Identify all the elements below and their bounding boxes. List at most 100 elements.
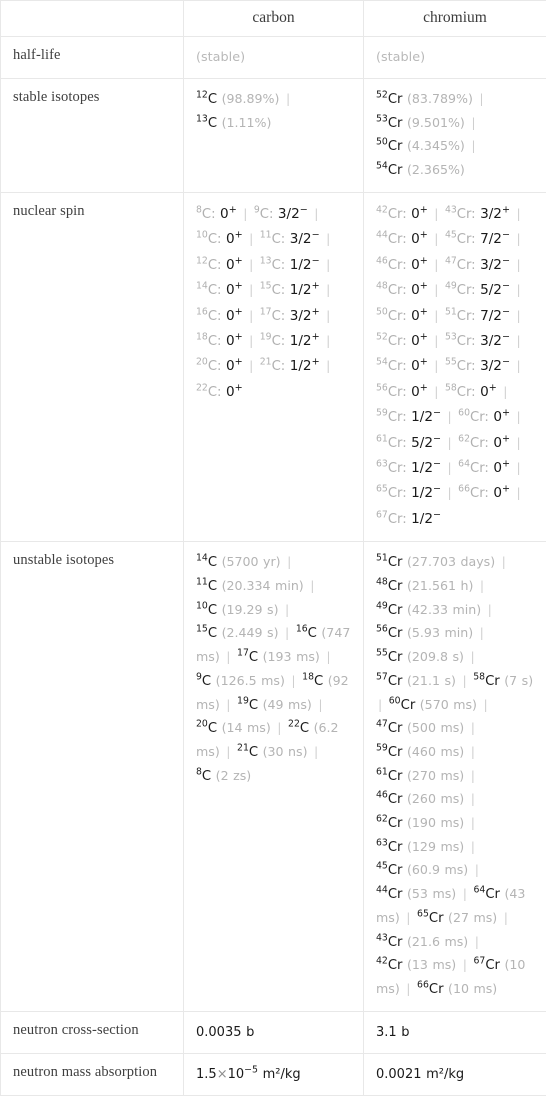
mass-number: 52 bbox=[376, 332, 388, 343]
row-label-neutron-mass-absorption: neutron mass absorption bbox=[1, 1054, 184, 1096]
mass-number: 53 bbox=[376, 113, 388, 124]
isotope-symbol: 10C: bbox=[196, 232, 222, 247]
mass-number: 59 bbox=[376, 743, 388, 754]
item-separator: | bbox=[446, 485, 454, 500]
isotope-symbol: 49Cr bbox=[376, 603, 402, 618]
nuclear-spin-chromium: 42Cr: 0+ | 43Cr: 3/2+ | 44Cr: 0+ | 45Cr:… bbox=[364, 192, 546, 541]
isotope-symbol: 43Cr bbox=[376, 935, 402, 950]
mass-number: 12 bbox=[196, 255, 208, 266]
isotope-symbol: 65Cr: bbox=[376, 486, 407, 501]
mass-number: 64 bbox=[473, 885, 485, 896]
half-life-chromium-value: (stable) bbox=[376, 50, 425, 65]
parity-sign: + bbox=[502, 408, 510, 419]
parity-sign: + bbox=[312, 357, 320, 368]
parity-sign: − bbox=[502, 357, 510, 368]
item-separator: | bbox=[473, 862, 481, 877]
parity-sign: + bbox=[229, 204, 237, 215]
table-header-row: carbon chromium bbox=[1, 1, 546, 37]
isotope-symbol: 62Cr bbox=[376, 816, 402, 831]
item-separator: | bbox=[469, 138, 477, 153]
item-separator: | bbox=[275, 720, 283, 735]
spin-value: 0+ bbox=[226, 308, 243, 324]
isotope-symbol: 54Cr bbox=[376, 163, 402, 178]
isotope-note: (49 ms) bbox=[263, 697, 312, 712]
item-separator: | bbox=[312, 206, 320, 221]
isotope-symbol: 44Cr: bbox=[376, 232, 407, 247]
isotope-symbol: 43Cr: bbox=[445, 207, 476, 222]
header-corner-cell bbox=[1, 1, 184, 37]
parity-sign: − bbox=[502, 230, 510, 241]
spin-value: 3/2− bbox=[480, 333, 510, 349]
item-separator: | bbox=[481, 697, 489, 712]
isotope-symbol: 55Cr: bbox=[445, 359, 476, 374]
spin-value: 0+ bbox=[411, 257, 428, 273]
isotope-note: (27.703 days) bbox=[407, 554, 495, 569]
isotope-note: (7 s) bbox=[504, 673, 533, 688]
parity-sign: + bbox=[235, 306, 243, 317]
item-separator: | bbox=[469, 815, 477, 830]
mass-number: 19 bbox=[237, 695, 249, 706]
isotope-note: (2.365%) bbox=[407, 162, 465, 177]
parity-sign: − bbox=[433, 484, 441, 495]
isotope-symbol: 8C bbox=[196, 769, 211, 784]
mass-number: 47 bbox=[376, 719, 388, 730]
mass-number: 67 bbox=[473, 956, 485, 967]
isotope-symbol: 64Cr: bbox=[458, 461, 489, 476]
parity-sign: + bbox=[312, 331, 320, 342]
isotope-note: (21.1 s) bbox=[407, 673, 456, 688]
spin-value: 1/2− bbox=[411, 511, 441, 527]
half-life-chromium: (stable) bbox=[364, 37, 546, 79]
mass-number: 9 bbox=[196, 671, 202, 682]
spin-value: 0+ bbox=[411, 358, 428, 374]
isotope-note: (20.334 min) bbox=[222, 578, 304, 593]
item-separator: | bbox=[224, 697, 232, 712]
mass-number: 51 bbox=[376, 553, 388, 564]
spin-value: 1/2− bbox=[290, 257, 320, 273]
parity-sign: − bbox=[433, 433, 441, 444]
item-separator: | bbox=[224, 649, 232, 664]
parity-sign: + bbox=[502, 204, 510, 215]
parity-sign: + bbox=[502, 433, 510, 444]
spin-value: 3/2− bbox=[278, 206, 308, 222]
item-separator: | bbox=[502, 910, 510, 925]
nuclear-spin-carbon-list: 8C: 0+ | 9C: 3/2− | 10C: 0+ | 11C: 3/2− … bbox=[196, 206, 332, 399]
spin-value: 0+ bbox=[493, 485, 510, 501]
mass-number: 63 bbox=[376, 837, 388, 848]
mass-number: 10 bbox=[196, 600, 208, 611]
parity-sign: + bbox=[502, 459, 510, 470]
parity-sign: − bbox=[312, 230, 320, 241]
mass-number: 47 bbox=[445, 255, 457, 266]
item-separator: | bbox=[446, 409, 454, 424]
isotope-symbol: 56Cr: bbox=[376, 385, 407, 400]
item-separator: | bbox=[247, 333, 255, 348]
mass-number: 63 bbox=[376, 459, 388, 470]
nuclear-spin-chromium-list: 42Cr: 0+ | 43Cr: 3/2+ | 44Cr: 0+ | 45Cr:… bbox=[376, 206, 523, 526]
spin-value: 0+ bbox=[480, 384, 497, 400]
isotope-symbol: 12C: bbox=[196, 258, 222, 273]
stable-isotopes-chromium: 52Cr (83.789%) | 53Cr (9.501%) | 50Cr (4… bbox=[364, 79, 546, 193]
mass-number: 57 bbox=[376, 671, 388, 682]
mass-number: 66 bbox=[417, 980, 429, 991]
unstable-isotopes-chromium-list: 51Cr (27.703 days) | 48Cr (21.561 h) | 4… bbox=[376, 554, 533, 996]
isotope-note: (83.789%) bbox=[407, 91, 473, 106]
isotope-symbol: 18C bbox=[302, 674, 323, 689]
mass-number: 45 bbox=[376, 861, 388, 872]
mass-number: 66 bbox=[458, 484, 470, 495]
column-header-carbon: carbon bbox=[184, 1, 364, 37]
spin-value: 0+ bbox=[411, 333, 428, 349]
half-life-carbon: (stable) bbox=[184, 37, 364, 79]
parity-sign: + bbox=[235, 281, 243, 292]
spin-value: 1/2− bbox=[411, 409, 441, 425]
isotope-symbol: 10C bbox=[196, 603, 217, 618]
item-separator: | bbox=[224, 744, 232, 759]
mass-number: 52 bbox=[376, 90, 388, 101]
isotope-symbol: 16C: bbox=[196, 309, 222, 324]
isotope-symbol: 45Cr bbox=[376, 863, 402, 878]
mass-number: 16 bbox=[196, 306, 208, 317]
isotope-note: (21.561 h) bbox=[407, 578, 473, 593]
isotope-symbol: 22C bbox=[288, 721, 309, 736]
mass-number: 65 bbox=[376, 484, 388, 495]
mass-number: 17 bbox=[260, 306, 272, 317]
item-separator: | bbox=[514, 206, 522, 221]
spin-value: 0+ bbox=[226, 257, 243, 273]
